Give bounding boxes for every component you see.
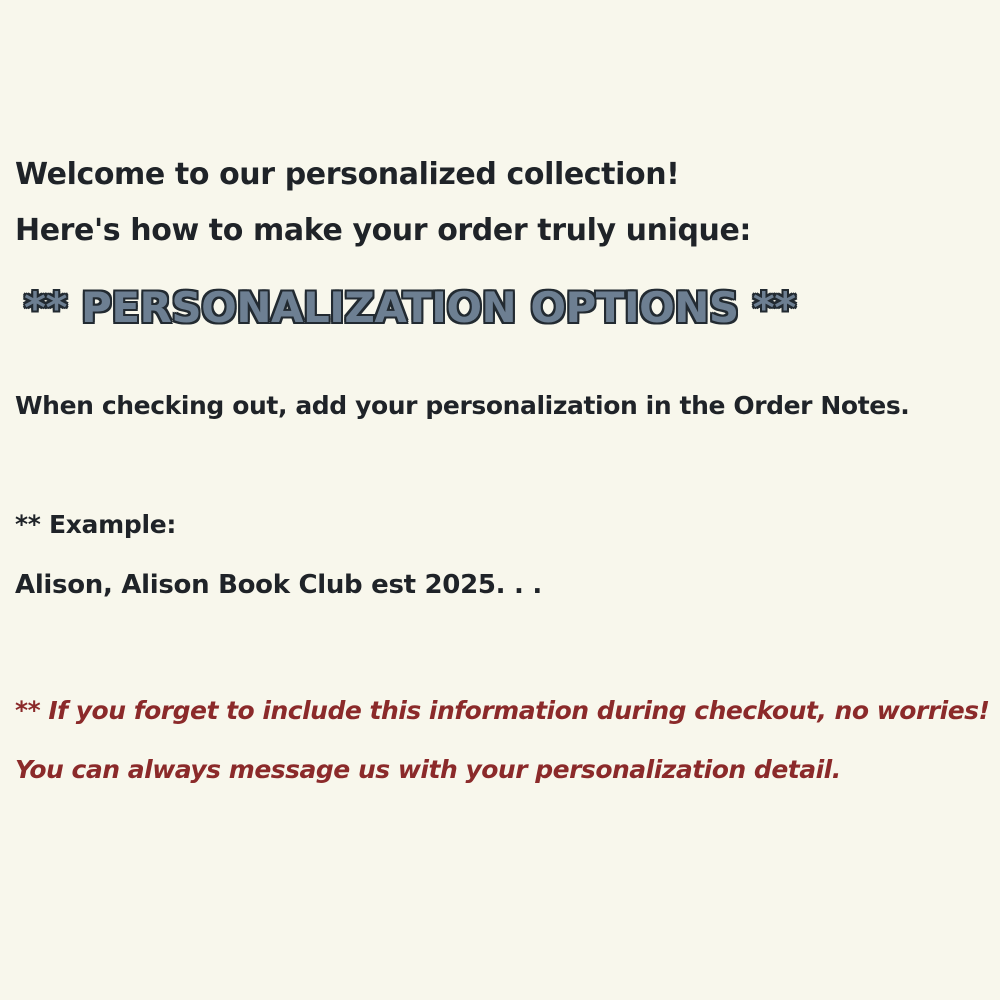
example-label: ** Example: (15, 510, 177, 539)
intro-line-1: Welcome to our personalized collection! (15, 157, 680, 192)
personalization-options-heading: ** PERSONALIZATION OPTIONS ** (24, 283, 796, 332)
reminder-note-line-2: You can always message us with your pers… (15, 755, 841, 784)
reminder-note-line-1: ** If you forget to include this informa… (15, 696, 990, 725)
intro-line-2: Here's how to make your order truly uniq… (15, 213, 752, 248)
example-text: Alison, Alison Book Club est 2025. . . (15, 570, 542, 600)
order-notes-instruction: When checking out, add your personalizat… (15, 391, 910, 420)
